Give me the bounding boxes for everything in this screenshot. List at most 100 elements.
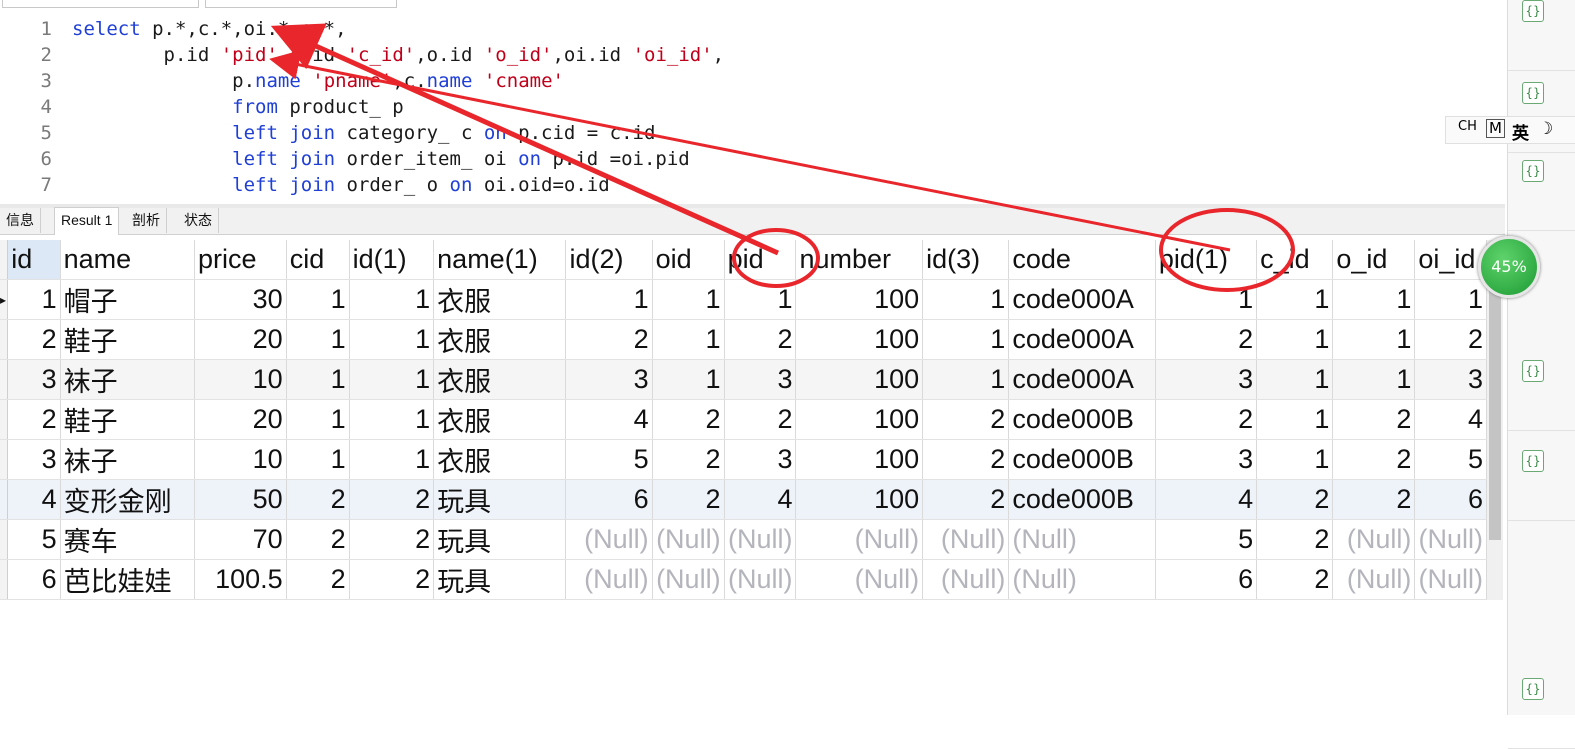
- table-cell[interactable]: 5: [1414, 439, 1487, 480]
- table-cell[interactable]: 2: [7, 319, 61, 360]
- column-header[interactable]: id(1): [349, 240, 435, 280]
- table-row[interactable]: 2 鞋子 20 1 1 衣服 4 2 2 100 2 code000B 2 1 2 4: [0, 399, 1487, 440]
- table-cell[interactable]: 3: [1155, 359, 1258, 400]
- table-cell[interactable]: 1: [286, 319, 350, 360]
- table-cell[interactable]: 1: [286, 399, 350, 440]
- row-gutter[interactable]: [0, 559, 9, 600]
- row-gutter[interactable]: ▸: [0, 279, 9, 320]
- table-cell[interactable]: 衣服: [433, 399, 567, 440]
- table-cell[interactable]: code000A: [1008, 359, 1156, 400]
- table-cell[interactable]: 赛车: [60, 519, 195, 560]
- table-cell[interactable]: 3: [724, 439, 797, 480]
- table-cell[interactable]: 1: [922, 279, 1010, 320]
- table-cell[interactable]: (Null): [1008, 519, 1156, 560]
- row-gutter[interactable]: [0, 399, 9, 440]
- ime-language-label[interactable]: 英: [1512, 119, 1529, 144]
- table-cell[interactable]: 70: [194, 519, 287, 560]
- tab-profile[interactable]: 剖析: [126, 208, 167, 233]
- table-cell[interactable]: 4: [1414, 399, 1487, 440]
- table-cell[interactable]: 1: [922, 359, 1010, 400]
- table-cell[interactable]: 1: [286, 359, 350, 400]
- table-cell[interactable]: 2: [286, 519, 350, 560]
- table-cell[interactable]: 20: [194, 319, 287, 360]
- table-cell[interactable]: 1: [349, 439, 435, 480]
- table-cell[interactable]: 2: [1256, 519, 1334, 560]
- row-gutter[interactable]: [0, 319, 9, 360]
- table-row[interactable]: 4 变形金刚 50 2 2 玩具 6 2 4 100 2 code000B 4 2 2 6: [0, 479, 1487, 520]
- column-header[interactable]: price: [194, 240, 287, 280]
- table-cell[interactable]: 1: [652, 359, 725, 400]
- row-gutter[interactable]: [0, 439, 9, 480]
- table-cell[interactable]: (Null): [724, 559, 797, 600]
- table-cell[interactable]: 6: [565, 479, 653, 520]
- table-cell[interactable]: 2: [1256, 559, 1334, 600]
- table-cell[interactable]: 玩具: [433, 559, 567, 600]
- table-cell[interactable]: 2: [652, 399, 725, 440]
- table-cell[interactable]: 10: [194, 359, 287, 400]
- table-cell[interactable]: 2: [1332, 439, 1416, 480]
- tab-result-1[interactable]: Result 1: [54, 207, 120, 235]
- table-cell[interactable]: 3: [724, 359, 797, 400]
- table-cell[interactable]: code000B: [1008, 479, 1156, 520]
- table-cell[interactable]: 2: [652, 439, 725, 480]
- table-cell[interactable]: 4: [565, 399, 653, 440]
- table-cell[interactable]: 3: [565, 359, 653, 400]
- table-row[interactable]: ▸ 1 帽子 30 1 1 衣服 1 1 1 100 1 code000A 1 1 1 1: [0, 279, 1487, 320]
- table-cell[interactable]: 6: [1155, 559, 1258, 600]
- code-line[interactable]: 6 left join order_item_ oi on p.id =oi.p…: [0, 146, 690, 172]
- table-cell[interactable]: 1: [1332, 319, 1416, 360]
- table-cell[interactable]: 2: [286, 559, 350, 600]
- ime-mode-label[interactable]: M: [1486, 119, 1505, 138]
- table-cell[interactable]: 衣服: [433, 359, 567, 400]
- table-cell[interactable]: 2: [1414, 319, 1487, 360]
- tab-info[interactable]: 信息: [0, 208, 41, 233]
- table-row[interactable]: 3 袜子 10 1 1 衣服 3 1 3 100 1 code000A 3 1 1 3: [0, 359, 1487, 400]
- column-header[interactable]: id(3): [922, 240, 1010, 280]
- table-cell[interactable]: 变形金刚: [60, 479, 195, 520]
- table-cell[interactable]: 1: [1256, 399, 1334, 440]
- table-cell[interactable]: (Null): [724, 519, 797, 560]
- table-cell[interactable]: 玩具: [433, 519, 567, 560]
- column-header[interactable]: cid: [286, 240, 350, 280]
- table-cell[interactable]: (Null): [565, 519, 653, 560]
- table-cell[interactable]: code000B: [1008, 439, 1156, 480]
- row-gutter[interactable]: [0, 519, 9, 560]
- table-cell[interactable]: 5: [7, 519, 61, 560]
- code-line[interactable]: 4 from product_ p: [0, 94, 404, 120]
- table-cell[interactable]: code000B: [1008, 399, 1156, 440]
- table-cell[interactable]: (Null): [922, 519, 1010, 560]
- column-header[interactable]: id: [7, 240, 61, 280]
- table-cell[interactable]: 1: [286, 279, 350, 320]
- table-cell[interactable]: (Null): [652, 519, 725, 560]
- code-line[interactable]: 5 left join category_ c on p.cid = c.id: [0, 120, 656, 146]
- table-cell[interactable]: 100: [795, 279, 924, 320]
- table-cell[interactable]: (Null): [1332, 519, 1416, 560]
- column-header[interactable]: c_id: [1256, 240, 1334, 280]
- ime-moon-icon[interactable]: ☽: [1538, 119, 1553, 139]
- column-header[interactable]: id(2): [565, 240, 653, 280]
- column-header[interactable]: oid: [652, 240, 725, 280]
- table-cell[interactable]: 2: [922, 399, 1010, 440]
- table-cell[interactable]: 2: [1332, 399, 1416, 440]
- table-cell[interactable]: 1: [922, 319, 1010, 360]
- side-item[interactable]: {}: [1508, 150, 1575, 231]
- table-cell[interactable]: 衣服: [433, 439, 567, 480]
- table-cell[interactable]: 2: [349, 519, 435, 560]
- table-cell[interactable]: 1: [724, 279, 797, 320]
- table-cell[interactable]: 4: [724, 479, 797, 520]
- table-cell[interactable]: 1: [1256, 359, 1334, 400]
- table-cell[interactable]: (Null): [922, 559, 1010, 600]
- table-cell[interactable]: 1: [652, 319, 725, 360]
- table-cell[interactable]: (Null): [565, 559, 653, 600]
- table-cell[interactable]: 衣服: [433, 319, 567, 360]
- column-header[interactable]: name: [60, 240, 195, 280]
- table-cell[interactable]: 2: [1256, 479, 1334, 520]
- table-row[interactable]: 3 袜子 10 1 1 衣服 5 2 3 100 2 code000B 3 1 2 5: [0, 439, 1487, 480]
- table-cell[interactable]: 2: [652, 479, 725, 520]
- table-row[interactable]: 5 赛车 70 2 2 玩具 (Null) (Null) (Null) (Null) (Null)(…: [0, 519, 1487, 560]
- row-gutter[interactable]: [0, 359, 9, 400]
- table-cell[interactable]: 100.5: [194, 559, 287, 600]
- code-line[interactable]: 1 select p.*,c.*,oi.*,o.*,: [0, 16, 347, 42]
- table-cell[interactable]: 1: [286, 439, 350, 480]
- table-cell[interactable]: 1: [1332, 359, 1416, 400]
